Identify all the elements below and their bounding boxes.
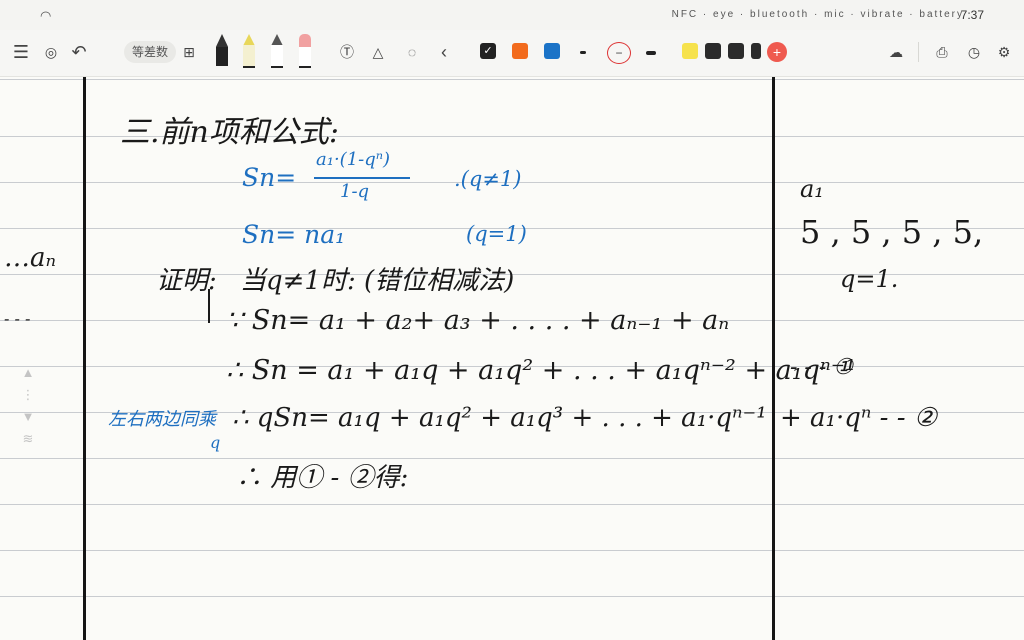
status-clock: 7:37 xyxy=(960,8,984,22)
formula1-lhs: Sn= xyxy=(242,163,297,192)
color-blue[interactable] xyxy=(544,43,560,59)
collapse-chevron-icon[interactable]: ‹ xyxy=(434,39,454,65)
page-scroll-handle[interactable]: ▲ ⋮ ▼ ≋ xyxy=(17,362,39,472)
settings-gear-icon[interactable]: ⚙ xyxy=(992,39,1016,65)
color-orange[interactable] xyxy=(512,43,528,59)
formula1-condition: .(q≠1) xyxy=(454,167,522,191)
side-note: 左右两边同乘 xyxy=(108,409,216,430)
formula1-fraction-bar xyxy=(314,177,410,179)
color-black-selected[interactable]: ✓ xyxy=(480,43,496,59)
export-icon[interactable]: ⎙ xyxy=(930,39,954,65)
pencil-icon[interactable] xyxy=(271,34,283,68)
highlighter-icon[interactable] xyxy=(243,34,255,68)
check-icon: ✓ xyxy=(483,45,493,57)
highlight-dark-2[interactable] xyxy=(728,43,744,59)
stroke-thick[interactable] xyxy=(646,51,656,55)
formula1-numerator: a₁·(1-qⁿ) xyxy=(316,149,391,170)
status-bar: ◠ NFC · eye · bluetooth · mic · vibrate … xyxy=(0,0,1024,30)
note-heading: 三.前n项和公式: xyxy=(120,115,339,150)
lasso-grid-icon[interactable]: ⊞ xyxy=(178,39,200,65)
eraser-icon[interactable] xyxy=(299,34,311,68)
menu-icon[interactable]: ☰ xyxy=(8,39,34,65)
proof-line-3: ∴ qSn= a₁q + a₁q² + a₁q³ + . . . + a₁·qⁿ… xyxy=(232,403,767,433)
stroke-thin[interactable] xyxy=(580,51,586,54)
scroll-up-icon[interactable]: ▲ xyxy=(17,362,39,384)
fountain-pen-icon[interactable] xyxy=(216,34,228,66)
proof-line-2-mark: - - - ① xyxy=(790,355,854,380)
status-icons: NFC · eye · bluetooth · mic · vibrate · … xyxy=(671,9,964,20)
formula2-condition: (q=1) xyxy=(466,222,527,246)
left-margin-line xyxy=(83,77,86,640)
wifi-icon: ◠ xyxy=(40,8,52,23)
layers-icon[interactable]: ≋ xyxy=(17,428,39,450)
highlight-yellow[interactable] xyxy=(682,43,698,59)
highlight-dark-1[interactable] xyxy=(705,43,721,59)
stroke-medium-selected[interactable]: − xyxy=(607,42,631,64)
history-clock-icon[interactable]: ◷ xyxy=(962,39,986,65)
formula2: Sn= na₁ xyxy=(242,220,346,249)
proof-line-3-tail: + a₁·qⁿ - - ② xyxy=(780,403,938,433)
read-mode-icon[interactable]: ◎ xyxy=(38,39,64,65)
side-note-q: q xyxy=(210,433,221,452)
add-color-icon[interactable]: + xyxy=(767,42,787,62)
proof-case: 当q≠1时: (错位相减法) xyxy=(240,266,515,296)
undo-icon[interactable]: ↶ xyxy=(66,39,92,65)
text-tool-icon[interactable]: Ⓣ xyxy=(336,39,358,65)
left-margin-dashes: - - - xyxy=(4,309,31,328)
scroll-position-icon: ⋮ xyxy=(21,387,35,402)
scroll-down-icon[interactable]: ▼ xyxy=(17,406,39,428)
right-a1: a₁ xyxy=(800,175,824,203)
proof-line-1: ∵ Sn= a₁ + a₂+ a₃ + . . . . + aₙ₋₁ + aₙ xyxy=(226,305,730,336)
lasso-icon[interactable]: ◌ xyxy=(400,39,424,65)
proof-bracket xyxy=(208,289,210,323)
note-toolbar: ☰ ◎ ↶ 等差数 ⊞ Ⓣ △ ◌ ‹ ✓ − + ☁ ⎙ ◷ ⚙ xyxy=(0,30,1024,77)
proof-line-2: ∴ Sn = a₁ + a₁q + a₁q² + . . . + a₁qⁿ⁻² … xyxy=(226,355,856,386)
formula1-denominator: 1-q xyxy=(340,181,370,202)
toolbar-divider xyxy=(918,42,919,62)
shapes-icon[interactable]: △ xyxy=(366,39,390,65)
right-sequence: 5 , 5 , 5 , 5, xyxy=(800,213,984,251)
proof-line-4: ∴ 用① - ②得: xyxy=(236,463,409,493)
left-margin-text: …aₙ xyxy=(4,243,57,273)
highlight-dark-3[interactable] xyxy=(751,43,761,59)
note-canvas[interactable]: …aₙ - - - ▲ ⋮ ▼ ≋ 三.前n项和公式: Sn= a₁·(1-qⁿ… xyxy=(0,77,1024,640)
right-q-value: q=1. xyxy=(840,265,899,293)
template-chip[interactable]: 等差数 xyxy=(124,41,177,63)
cloud-sync-icon[interactable]: ☁ xyxy=(884,39,908,65)
